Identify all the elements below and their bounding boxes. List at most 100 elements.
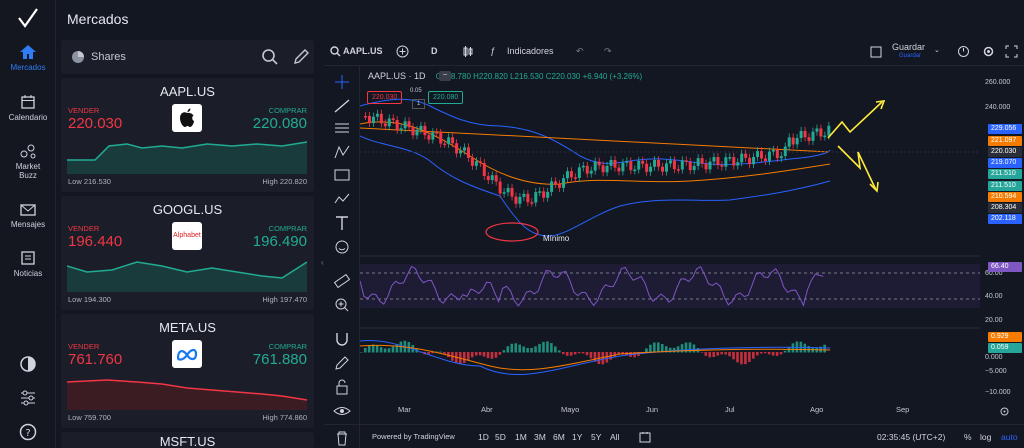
undo-icon[interactable]: ↶ [576, 46, 584, 57]
gear-icon[interactable] [982, 45, 995, 58]
range-5y[interactable]: 5Y [591, 432, 601, 442]
redo-icon[interactable]: ↷ [604, 46, 612, 57]
pattern-icon[interactable] [333, 144, 351, 160]
chart-symbol[interactable]: AAPL.US [343, 46, 383, 56]
price-tag: 220.030 [988, 147, 1022, 157]
interval-button[interactable]: D [431, 46, 438, 56]
candle-body [744, 153, 748, 158]
price-tag: 211.510 [988, 181, 1022, 191]
macd-bar [653, 342, 656, 353]
save-button[interactable]: Guardar [892, 42, 925, 52]
path-icon[interactable] [333, 191, 351, 207]
quantity-input[interactable]: 1 [412, 99, 426, 109]
layout-icon[interactable] [870, 46, 882, 58]
search-icon[interactable] [261, 48, 279, 66]
candle-body [530, 202, 534, 204]
crosshair-icon[interactable] [333, 74, 351, 90]
candle-body [585, 165, 589, 174]
price-tag: 210.594 [988, 192, 1022, 202]
macd-bar [581, 352, 585, 354]
candle-body [756, 151, 760, 158]
lock-icon[interactable] [333, 379, 351, 395]
save-dropdown-icon[interactable]: ⌄ [934, 46, 940, 54]
help-icon[interactable]: ? [18, 422, 38, 442]
settings-small-icon[interactable] [999, 406, 1010, 417]
range-1y[interactable]: 1Y [572, 432, 582, 442]
powered-by-link[interactable]: Powered by TradingView [372, 432, 455, 441]
minimo-annotation: Mínimo [543, 234, 570, 243]
sell-price[interactable]: 761.760 [68, 351, 122, 368]
clock-time[interactable]: 02:35:45 (UTC+2) [877, 432, 945, 442]
sell-price[interactable]: 220.030 [68, 115, 122, 132]
app-logo[interactable] [17, 8, 39, 28]
symbol-search-icon[interactable] [330, 46, 341, 57]
alert-clock-icon[interactable] [957, 45, 970, 58]
macd-bar [704, 352, 708, 356]
range-3m[interactable]: 3M [534, 432, 546, 442]
filter-shares[interactable]: Shares [91, 51, 126, 63]
percent-toggle[interactable]: % [964, 432, 972, 442]
candle-body [439, 132, 443, 144]
nav-market-buzz[interactable]: Market Buzz [0, 143, 56, 180]
nav-noticias[interactable]: Noticias [0, 250, 56, 278]
sell-box[interactable]: 220.030 [367, 91, 403, 104]
theme-toggle-icon[interactable] [18, 354, 38, 374]
chart-plot[interactable] [360, 66, 980, 424]
settings-sliders-icon[interactable] [18, 388, 38, 408]
buy-price[interactable]: 761.880 [253, 351, 307, 368]
axis-tick: 260.000 [985, 79, 1011, 86]
nav-mercados[interactable]: Mercados [0, 44, 56, 72]
market-card-meta[interactable]: META.US VENDER 761.760 COMPRAR 761.880 L… [61, 314, 314, 428]
macd-bar [752, 352, 755, 359]
log-toggle[interactable]: log [980, 432, 991, 442]
mail-icon [20, 204, 36, 216]
indicators-button[interactable]: Indicadores [507, 46, 554, 56]
compare-add-icon[interactable] [396, 45, 409, 58]
trendline-icon[interactable] [333, 98, 351, 114]
text-icon[interactable] [333, 215, 351, 231]
candle-body [526, 193, 530, 203]
candle-body [419, 125, 423, 130]
candle-body [672, 160, 676, 170]
edit-pencil-icon[interactable] [292, 48, 310, 66]
candle-body [775, 149, 779, 159]
ruler-icon[interactable] [333, 273, 351, 289]
macd-bar [811, 347, 815, 353]
prediction-icon[interactable] [333, 167, 351, 183]
goto-date-icon[interactable] [639, 431, 651, 443]
market-card-googl[interactable]: GOOGL.US VENDER 196.440 COMPRAR 196.490 … [61, 196, 314, 310]
buy-price[interactable]: 196.490 [253, 233, 307, 250]
candle-body [550, 181, 554, 192]
sparkline-aapl [67, 141, 308, 174]
macd-bar [791, 343, 795, 353]
magnet-icon[interactable] [333, 331, 351, 347]
macd-bar [470, 352, 474, 358]
range-1m[interactable]: 1M [515, 432, 527, 442]
candle-body [664, 163, 668, 172]
nav-calendario[interactable]: Calendario [0, 94, 56, 122]
nav-mensajes[interactable]: Mensajes [0, 203, 56, 229]
range-5d[interactable]: 5D [495, 432, 506, 442]
candles-type-icon[interactable] [462, 45, 474, 58]
collapse-panel-icon[interactable]: ‹ [321, 258, 329, 268]
range-all[interactable]: All [610, 432, 619, 442]
card-symbol: GOOGL.US [152, 202, 223, 217]
fib-icon[interactable] [333, 120, 351, 136]
macd-bar [490, 352, 494, 359]
legend-collapse-icon[interactable]: − [439, 71, 451, 81]
fullscreen-icon[interactable] [1005, 45, 1018, 58]
sell-price[interactable]: 196.440 [68, 233, 122, 250]
eye-icon[interactable] [333, 403, 351, 419]
emoji-icon[interactable] [333, 239, 351, 255]
market-card-msft[interactable]: MSFT.US [61, 432, 314, 448]
zoom-in-icon[interactable] [333, 297, 351, 313]
auto-toggle[interactable]: auto [1001, 432, 1018, 442]
range-1d[interactable]: 1D [478, 432, 489, 442]
buy-box[interactable]: 220.080 [428, 91, 464, 104]
candle-body [546, 191, 550, 198]
pencil-lock-icon[interactable] [333, 355, 351, 371]
bottom-bar: Powered by TradingView 1D 5D 1M 3M 6M 1Y… [324, 424, 1024, 448]
market-card-aapl[interactable]: AAPL.US VENDER 220.030 COMPRAR 220.080 L… [61, 78, 314, 192]
buy-price[interactable]: 220.080 [253, 115, 307, 132]
range-6m[interactable]: 6M [553, 432, 565, 442]
